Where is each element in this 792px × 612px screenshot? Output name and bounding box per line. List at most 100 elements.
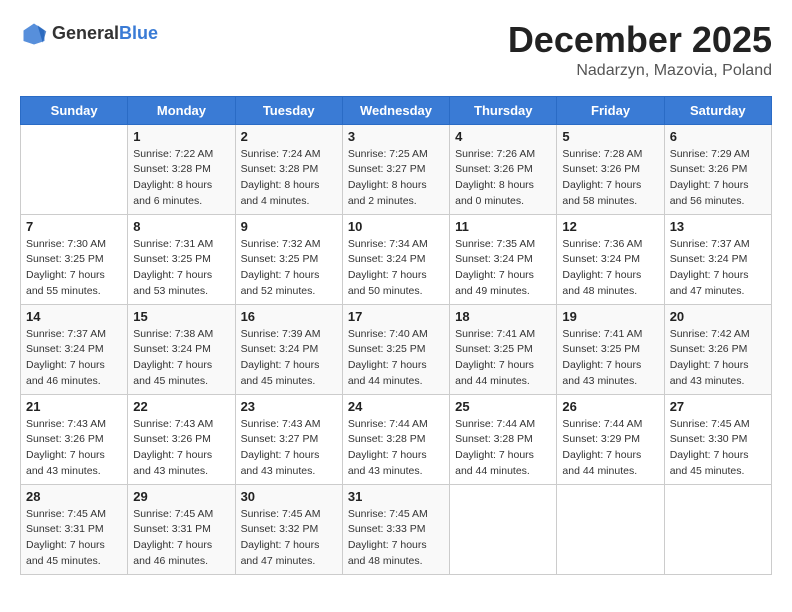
calendar-cell: 15 Sunrise: 7:38 AM Sunset: 3:24 PM Dayl… <box>128 304 235 394</box>
sunset: Sunset: 3:28 PM <box>133 163 211 175</box>
calendar-cell: 23 Sunrise: 7:43 AM Sunset: 3:27 PM Dayl… <box>235 394 342 484</box>
sunrise: Sunrise: 7:43 AM <box>241 418 321 430</box>
day-info: Sunrise: 7:34 AM Sunset: 3:24 PM Dayligh… <box>348 237 444 300</box>
sunset: Sunset: 3:26 PM <box>455 163 533 175</box>
day-info: Sunrise: 7:43 AM Sunset: 3:27 PM Dayligh… <box>241 417 337 480</box>
daylight: Daylight: 7 hours and 46 minutes. <box>133 539 212 567</box>
calendar-cell: 29 Sunrise: 7:45 AM Sunset: 3:31 PM Dayl… <box>128 484 235 574</box>
day-number: 15 <box>133 309 229 324</box>
day-info: Sunrise: 7:45 AM Sunset: 3:32 PM Dayligh… <box>241 507 337 570</box>
logo: General Blue <box>20 20 158 48</box>
day-number: 20 <box>670 309 766 324</box>
sunset: Sunset: 3:25 PM <box>26 253 104 265</box>
calendar-cell: 31 Sunrise: 7:45 AM Sunset: 3:33 PM Dayl… <box>342 484 449 574</box>
weekday-header-thursday: Thursday <box>450 96 557 124</box>
day-number: 27 <box>670 399 766 414</box>
calendar-cell: 10 Sunrise: 7:34 AM Sunset: 3:24 PM Dayl… <box>342 214 449 304</box>
day-info: Sunrise: 7:26 AM Sunset: 3:26 PM Dayligh… <box>455 147 551 210</box>
daylight: Daylight: 7 hours and 46 minutes. <box>26 359 105 387</box>
day-number: 24 <box>348 399 444 414</box>
calendar-cell: 20 Sunrise: 7:42 AM Sunset: 3:26 PM Dayl… <box>664 304 771 394</box>
daylight: Daylight: 7 hours and 44 minutes. <box>455 359 534 387</box>
sunrise: Sunrise: 7:29 AM <box>670 148 750 160</box>
calendar-cell: 24 Sunrise: 7:44 AM Sunset: 3:28 PM Dayl… <box>342 394 449 484</box>
day-number: 28 <box>26 489 122 504</box>
calendar-body: 1 Sunrise: 7:22 AM Sunset: 3:28 PM Dayli… <box>21 124 772 574</box>
day-info: Sunrise: 7:22 AM Sunset: 3:28 PM Dayligh… <box>133 147 229 210</box>
sunset: Sunset: 3:24 PM <box>348 253 426 265</box>
weekday-header-sunday: Sunday <box>21 96 128 124</box>
sunset: Sunset: 3:32 PM <box>241 523 319 535</box>
sunrise: Sunrise: 7:24 AM <box>241 148 321 160</box>
sunrise: Sunrise: 7:43 AM <box>26 418 106 430</box>
day-number: 9 <box>241 219 337 234</box>
sunrise: Sunrise: 7:45 AM <box>26 508 106 520</box>
calendar-cell: 7 Sunrise: 7:30 AM Sunset: 3:25 PM Dayli… <box>21 214 128 304</box>
calendar-cell: 26 Sunrise: 7:44 AM Sunset: 3:29 PM Dayl… <box>557 394 664 484</box>
day-number: 7 <box>26 219 122 234</box>
calendar-cell: 5 Sunrise: 7:28 AM Sunset: 3:26 PM Dayli… <box>557 124 664 214</box>
day-info: Sunrise: 7:37 AM Sunset: 3:24 PM Dayligh… <box>670 237 766 300</box>
sunset: Sunset: 3:26 PM <box>670 163 748 175</box>
calendar-cell <box>450 484 557 574</box>
day-info: Sunrise: 7:42 AM Sunset: 3:26 PM Dayligh… <box>670 327 766 390</box>
daylight: Daylight: 7 hours and 44 minutes. <box>562 449 641 477</box>
sunset: Sunset: 3:29 PM <box>562 433 640 445</box>
sunrise: Sunrise: 7:44 AM <box>455 418 535 430</box>
day-info: Sunrise: 7:24 AM Sunset: 3:28 PM Dayligh… <box>241 147 337 210</box>
day-number: 23 <box>241 399 337 414</box>
day-info: Sunrise: 7:45 AM Sunset: 3:33 PM Dayligh… <box>348 507 444 570</box>
sunset: Sunset: 3:26 PM <box>670 343 748 355</box>
sunset: Sunset: 3:24 PM <box>26 343 104 355</box>
daylight: Daylight: 7 hours and 47 minutes. <box>670 269 749 297</box>
calendar-cell <box>21 124 128 214</box>
day-info: Sunrise: 7:43 AM Sunset: 3:26 PM Dayligh… <box>26 417 122 480</box>
daylight: Daylight: 7 hours and 43 minutes. <box>26 449 105 477</box>
day-number: 16 <box>241 309 337 324</box>
day-number: 4 <box>455 129 551 144</box>
day-number: 10 <box>348 219 444 234</box>
calendar-cell: 30 Sunrise: 7:45 AM Sunset: 3:32 PM Dayl… <box>235 484 342 574</box>
daylight: Daylight: 7 hours and 43 minutes. <box>348 449 427 477</box>
day-number: 30 <box>241 489 337 504</box>
sunset: Sunset: 3:28 PM <box>455 433 533 445</box>
calendar-cell: 3 Sunrise: 7:25 AM Sunset: 3:27 PM Dayli… <box>342 124 449 214</box>
day-info: Sunrise: 7:45 AM Sunset: 3:30 PM Dayligh… <box>670 417 766 480</box>
sunrise: Sunrise: 7:41 AM <box>455 328 535 340</box>
daylight: Daylight: 7 hours and 44 minutes. <box>348 359 427 387</box>
sunrise: Sunrise: 7:44 AM <box>562 418 642 430</box>
calendar-cell: 11 Sunrise: 7:35 AM Sunset: 3:24 PM Dayl… <box>450 214 557 304</box>
sunrise: Sunrise: 7:42 AM <box>670 328 750 340</box>
sunset: Sunset: 3:26 PM <box>562 163 640 175</box>
sunrise: Sunrise: 7:30 AM <box>26 238 106 250</box>
calendar-cell: 27 Sunrise: 7:45 AM Sunset: 3:30 PM Dayl… <box>664 394 771 484</box>
day-info: Sunrise: 7:44 AM Sunset: 3:29 PM Dayligh… <box>562 417 658 480</box>
sunset: Sunset: 3:30 PM <box>670 433 748 445</box>
day-number: 25 <box>455 399 551 414</box>
sunset: Sunset: 3:25 PM <box>455 343 533 355</box>
sunrise: Sunrise: 7:28 AM <box>562 148 642 160</box>
day-number: 13 <box>670 219 766 234</box>
logo-icon <box>20 20 48 48</box>
calendar-header: SundayMondayTuesdayWednesdayThursdayFrid… <box>21 96 772 124</box>
sunset: Sunset: 3:25 PM <box>348 343 426 355</box>
day-info: Sunrise: 7:41 AM Sunset: 3:25 PM Dayligh… <box>562 327 658 390</box>
sunset: Sunset: 3:24 PM <box>241 343 319 355</box>
sunrise: Sunrise: 7:25 AM <box>348 148 428 160</box>
day-info: Sunrise: 7:39 AM Sunset: 3:24 PM Dayligh… <box>241 327 337 390</box>
sunset: Sunset: 3:31 PM <box>26 523 104 535</box>
day-info: Sunrise: 7:35 AM Sunset: 3:24 PM Dayligh… <box>455 237 551 300</box>
logo-general: General <box>52 24 119 44</box>
sunrise: Sunrise: 7:32 AM <box>241 238 321 250</box>
sunrise: Sunrise: 7:37 AM <box>26 328 106 340</box>
day-number: 6 <box>670 129 766 144</box>
daylight: Daylight: 7 hours and 45 minutes. <box>26 539 105 567</box>
weekday-header-tuesday: Tuesday <box>235 96 342 124</box>
daylight: Daylight: 7 hours and 43 minutes. <box>670 359 749 387</box>
sunset: Sunset: 3:25 PM <box>133 253 211 265</box>
daylight: Daylight: 7 hours and 45 minutes. <box>670 449 749 477</box>
day-info: Sunrise: 7:38 AM Sunset: 3:24 PM Dayligh… <box>133 327 229 390</box>
sunrise: Sunrise: 7:41 AM <box>562 328 642 340</box>
day-info: Sunrise: 7:29 AM Sunset: 3:26 PM Dayligh… <box>670 147 766 210</box>
daylight: Daylight: 7 hours and 52 minutes. <box>241 269 320 297</box>
